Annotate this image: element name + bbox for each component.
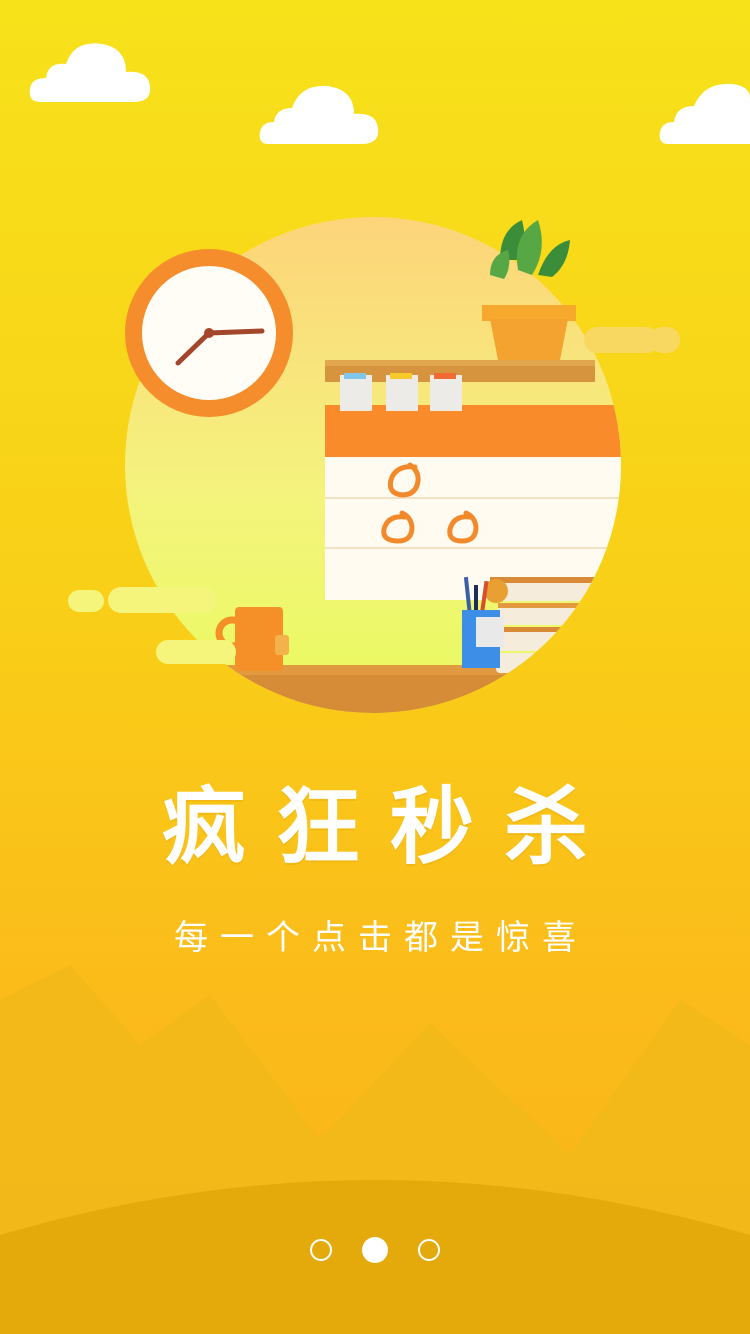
cloud-icon [28,38,152,104]
hero-illustration [68,217,680,713]
page-subtitle: 每一个点击都是惊喜 [174,918,588,958]
page-title: 疯狂秒杀 [161,778,618,876]
mountain-background [0,965,750,1334]
pagination-dots [0,1236,750,1264]
cloud-icon [258,82,382,146]
pagination-dot-1[interactable] [310,1239,332,1261]
pagination-dot-2[interactable] [362,1237,388,1263]
pagination-dot-3[interactable] [418,1239,440,1261]
clock-icon [125,249,293,417]
books-icon [484,577,621,673]
cloud-icon [658,80,750,146]
onboarding-screen[interactable]: 疯狂秒杀 每一个点击都是惊喜 [0,0,750,1334]
